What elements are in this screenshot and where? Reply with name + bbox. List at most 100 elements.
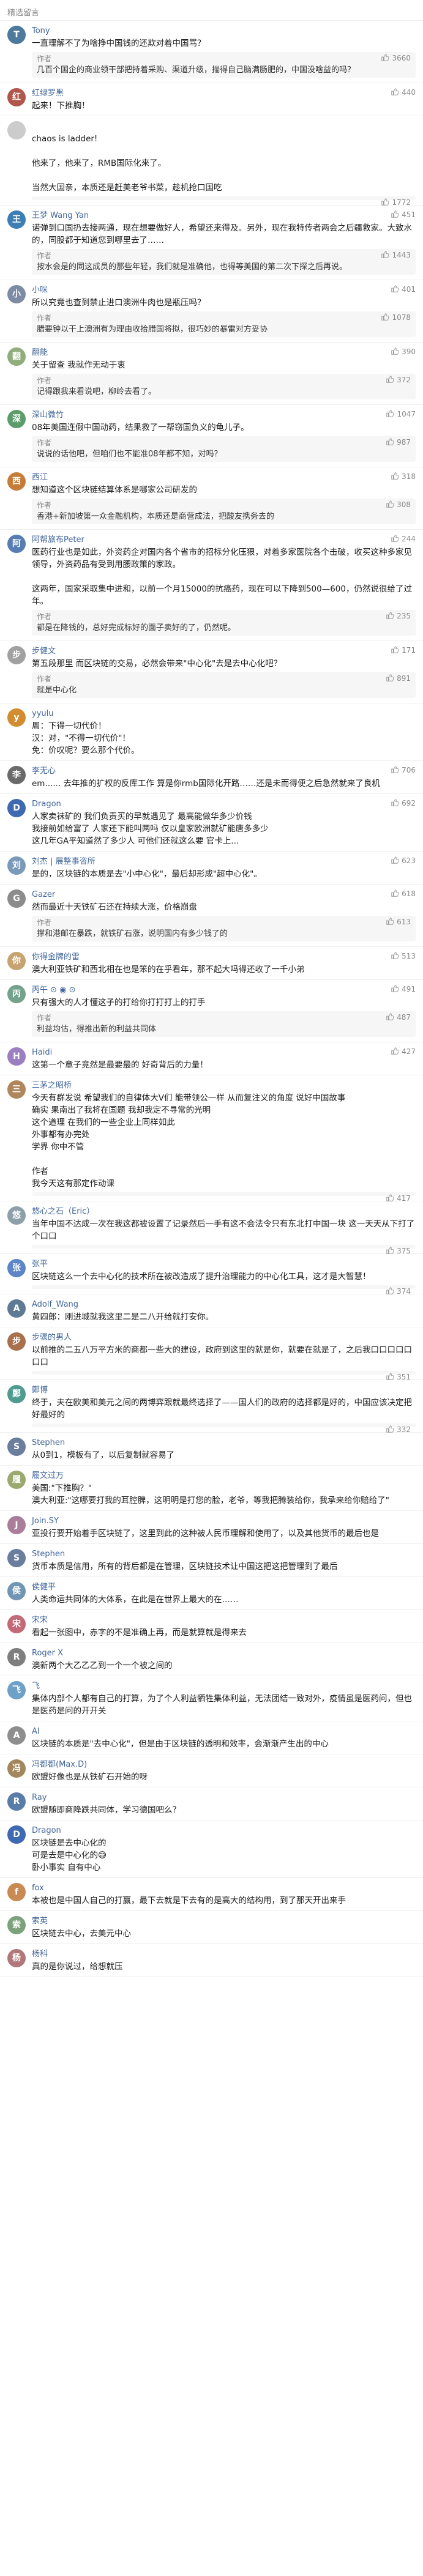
- avatar[interactable]: 西: [7, 472, 26, 491]
- avatar[interactable]: 刘: [7, 856, 26, 875]
- like-button[interactable]: 623: [391, 856, 416, 866]
- avatar[interactable]: A: [7, 1726, 26, 1745]
- comment-author[interactable]: Ray: [32, 1793, 47, 1802]
- comment-author[interactable]: 西江: [32, 473, 48, 482]
- avatar[interactable]: J: [7, 1516, 26, 1534]
- avatar[interactable]: 冯: [7, 1759, 26, 1778]
- comment-author[interactable]: 三茅之昭桥: [32, 1081, 72, 1090]
- like-button[interactable]: 390: [391, 347, 416, 357]
- avatar[interactable]: 张: [7, 1259, 26, 1277]
- comment-author[interactable]: 侯健平: [32, 1583, 56, 1592]
- reply-like-button[interactable]: 308: [386, 500, 411, 510]
- comment-author[interactable]: 阿帮旅布Peter: [32, 535, 84, 544]
- like-button[interactable]: 513: [391, 951, 416, 961]
- comment-author[interactable]: Roger X: [32, 1649, 63, 1658]
- avatar[interactable]: 你: [7, 952, 26, 970]
- comment-author[interactable]: 深山微竹: [32, 410, 64, 420]
- comment-author[interactable]: Join.SY: [32, 1516, 59, 1526]
- avatar[interactable]: 宋: [7, 1615, 26, 1633]
- comment-author[interactable]: 李无心: [32, 766, 56, 776]
- like-button[interactable]: 451: [391, 210, 416, 220]
- comment-author[interactable]: 丙午 ⊙ ◉ ⊙: [32, 985, 76, 995]
- reply-like-button[interactable]: 987: [386, 437, 411, 447]
- like-button[interactable]: 692: [391, 798, 416, 808]
- comment-author[interactable]: 步骤的男人: [32, 1333, 72, 1342]
- like-button[interactable]: 318: [391, 472, 416, 481]
- comment-author[interactable]: 履文过万: [32, 1471, 64, 1480]
- comment-author[interactable]: 翻能: [32, 348, 48, 357]
- reply-like-button[interactable]: 613: [386, 917, 411, 927]
- comment-author[interactable]: 飞: [32, 1682, 40, 1691]
- reply-like-button[interactable]: 487: [386, 1012, 411, 1022]
- like-button[interactable]: 706: [391, 765, 416, 775]
- avatar[interactable]: 飞: [7, 1681, 26, 1699]
- reply-like-button[interactable]: 1078: [381, 313, 411, 322]
- reply-like-button[interactable]: 372: [386, 375, 411, 385]
- comment-author[interactable]: Gazer: [32, 890, 55, 899]
- avatar[interactable]: 红: [7, 88, 26, 106]
- avatar[interactable]: 鄭: [7, 1385, 26, 1403]
- comment-author[interactable]: Dragon: [32, 1826, 61, 1835]
- reply-like-button[interactable]: 235: [386, 611, 411, 621]
- comment-author[interactable]: Stephen: [32, 1550, 65, 1559]
- avatar[interactable]: y: [7, 708, 26, 727]
- avatar[interactable]: 三: [7, 1080, 26, 1099]
- avatar[interactable]: 杨: [7, 1949, 26, 1967]
- avatar[interactable]: A: [7, 1299, 26, 1318]
- like-button[interactable]: 440: [391, 87, 416, 97]
- avatar[interactable]: R: [7, 1792, 26, 1811]
- avatar[interactable]: 深: [7, 410, 26, 428]
- comment-author[interactable]: 步健文: [32, 647, 56, 656]
- like-button[interactable]: 171: [391, 645, 416, 655]
- like-button[interactable]: 427: [391, 1047, 416, 1056]
- like-button[interactable]: 244: [391, 534, 416, 544]
- avatar[interactable]: 步: [7, 1332, 26, 1351]
- comment-author[interactable]: 刘杰 | 展整事咨所: [32, 857, 95, 866]
- comment-author[interactable]: Al: [32, 1727, 40, 1736]
- reply-like-button[interactable]: 1443: [381, 250, 411, 260]
- avatar[interactable]: D: [7, 1825, 26, 1844]
- comment-author[interactable]: Tony: [32, 26, 50, 35]
- reply-like-button[interactable]: 891: [386, 674, 411, 683]
- avatar[interactable]: S: [7, 1549, 26, 1567]
- avatar[interactable]: 阿: [7, 535, 26, 553]
- comment-author[interactable]: 杨科: [32, 1950, 48, 1959]
- avatar[interactable]: 步: [7, 646, 26, 664]
- avatar[interactable]: S: [7, 1438, 26, 1456]
- like-button[interactable]: 618: [391, 889, 416, 899]
- avatar[interactable]: T: [7, 26, 26, 44]
- avatar[interactable]: f: [7, 1883, 26, 1901]
- avatar[interactable]: 翻: [7, 347, 26, 366]
- comment-author[interactable]: 小咪: [32, 286, 48, 295]
- avatar[interactable]: D: [7, 799, 26, 817]
- avatar[interactable]: 小: [7, 285, 26, 303]
- like-button[interactable]: 1047: [386, 409, 416, 419]
- comment-author[interactable]: 宋宋: [32, 1616, 48, 1625]
- comment-author[interactable]: 你得金牌的雷: [32, 952, 80, 962]
- comment-author[interactable]: 冯都都(Max.D): [32, 1760, 87, 1769]
- comment-author[interactable]: 悠心之石（Eric）: [32, 1207, 94, 1216]
- comment-author[interactable]: yyulu: [32, 709, 53, 718]
- comment-author[interactable]: fox: [32, 1884, 44, 1893]
- avatar[interactable]: H: [7, 1047, 26, 1066]
- avatar[interactable]: 丙: [7, 985, 26, 1003]
- comment-author[interactable]: 红绿罗黑: [32, 89, 64, 98]
- comment-author[interactable]: Dragon: [32, 800, 61, 809]
- avatar[interactable]: 侯: [7, 1582, 26, 1600]
- reply-like-button[interactable]: 3660: [381, 53, 411, 63]
- like-button[interactable]: 401: [391, 284, 416, 294]
- avatar[interactable]: G: [7, 889, 26, 908]
- avatar[interactable]: 履: [7, 1471, 26, 1489]
- like-button[interactable]: 491: [391, 984, 416, 994]
- comment-author[interactable]: 王梦 Wang Yan: [32, 211, 89, 220]
- avatar[interactable]: 悠: [7, 1206, 26, 1225]
- comment-author[interactable]: Haidi: [32, 1048, 52, 1057]
- avatar[interactable]: [7, 121, 26, 139]
- comment-author[interactable]: Stephen: [32, 1438, 65, 1447]
- comment-author[interactable]: 鄭博: [32, 1386, 48, 1395]
- avatar[interactable]: R: [7, 1648, 26, 1666]
- avatar[interactable]: 李: [7, 766, 26, 784]
- avatar[interactable]: 索: [7, 1916, 26, 1934]
- comment-author[interactable]: 索英: [32, 1917, 48, 1926]
- comment-author[interactable]: 张平: [32, 1260, 48, 1269]
